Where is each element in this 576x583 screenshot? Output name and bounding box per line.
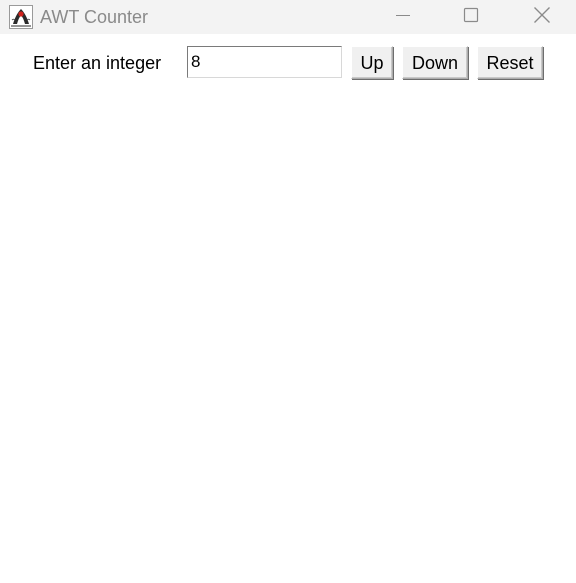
close-button[interactable] (519, 0, 565, 34)
maximize-button[interactable] (448, 0, 494, 34)
up-button[interactable]: Up (351, 46, 393, 79)
content-panel: Enter an integer Up Down Reset (0, 34, 576, 583)
integer-label: Enter an integer (33, 53, 162, 73)
minimize-button[interactable] (380, 0, 426, 34)
app-window: AWT Counter Enter an integer 8 Up Down R… (0, 0, 576, 583)
window-title: AWT Counter (40, 7, 149, 27)
minimize-icon (395, 7, 411, 28)
java-duke-icon[interactable] (9, 5, 33, 29)
counter-input[interactable] (187, 46, 342, 78)
close-icon (533, 6, 551, 29)
down-button[interactable]: Down (402, 46, 468, 79)
reset-button[interactable]: Reset (477, 46, 543, 79)
maximize-icon (463, 7, 479, 28)
title-bar[interactable]: AWT Counter (0, 0, 576, 34)
